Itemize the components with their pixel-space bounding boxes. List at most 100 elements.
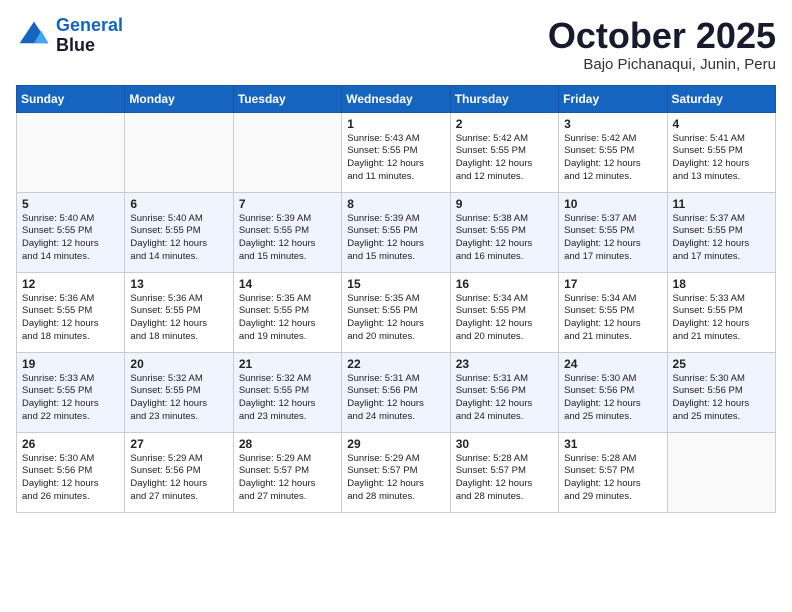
calendar-cell: 23 Sunrise: 5:31 AM Sunset: 5:56 PM Dayli… xyxy=(450,352,558,432)
day-info: Sunrise: 5:29 AM Sunset: 5:56 PM Dayligh… xyxy=(130,453,227,504)
day-info: Sunrise: 5:39 AM Sunset: 5:55 PM Dayligh… xyxy=(347,213,444,264)
header: General Blue October 2025 Bajo Pichanaqu… xyxy=(16,16,776,73)
calendar-week-row: 12 Sunrise: 5:36 AM Sunset: 5:55 PM Dayli… xyxy=(17,272,776,352)
day-number: 25 xyxy=(673,357,770,371)
day-number: 19 xyxy=(22,357,119,371)
day-number: 5 xyxy=(22,197,119,211)
title-section: October 2025 Bajo Pichanaqui, Junin, Per… xyxy=(548,16,776,73)
day-info: Sunrise: 5:34 AM Sunset: 5:55 PM Dayligh… xyxy=(564,293,661,344)
day-number: 7 xyxy=(239,197,336,211)
day-number: 23 xyxy=(456,357,553,371)
day-number: 9 xyxy=(456,197,553,211)
calendar-cell: 7 Sunrise: 5:39 AM Sunset: 5:55 PM Daylig… xyxy=(233,192,341,272)
logo-icon xyxy=(16,18,52,54)
day-number: 24 xyxy=(564,357,661,371)
calendar-cell xyxy=(125,112,233,192)
day-number: 10 xyxy=(564,197,661,211)
calendar-cell: 17 Sunrise: 5:34 AM Sunset: 5:55 PM Dayli… xyxy=(559,272,667,352)
day-number: 27 xyxy=(130,437,227,451)
day-number: 8 xyxy=(347,197,444,211)
weekday-header-wednesday: Wednesday xyxy=(342,85,450,112)
calendar-cell xyxy=(667,432,775,512)
weekday-header-sunday: Sunday xyxy=(17,85,125,112)
day-info: Sunrise: 5:28 AM Sunset: 5:57 PM Dayligh… xyxy=(564,453,661,504)
day-info: Sunrise: 5:39 AM Sunset: 5:55 PM Dayligh… xyxy=(239,213,336,264)
day-number: 13 xyxy=(130,277,227,291)
calendar-cell: 29 Sunrise: 5:29 AM Sunset: 5:57 PM Dayli… xyxy=(342,432,450,512)
calendar-cell: 30 Sunrise: 5:28 AM Sunset: 5:57 PM Dayli… xyxy=(450,432,558,512)
day-info: Sunrise: 5:30 AM Sunset: 5:56 PM Dayligh… xyxy=(673,373,770,424)
day-info: Sunrise: 5:40 AM Sunset: 5:55 PM Dayligh… xyxy=(130,213,227,264)
calendar-cell: 26 Sunrise: 5:30 AM Sunset: 5:56 PM Dayli… xyxy=(17,432,125,512)
calendar-cell: 14 Sunrise: 5:35 AM Sunset: 5:55 PM Dayli… xyxy=(233,272,341,352)
day-info: Sunrise: 5:40 AM Sunset: 5:55 PM Dayligh… xyxy=(22,213,119,264)
day-number: 3 xyxy=(564,117,661,131)
day-number: 15 xyxy=(347,277,444,291)
calendar-cell: 18 Sunrise: 5:33 AM Sunset: 5:55 PM Dayli… xyxy=(667,272,775,352)
day-number: 20 xyxy=(130,357,227,371)
day-info: Sunrise: 5:36 AM Sunset: 5:55 PM Dayligh… xyxy=(130,293,227,344)
day-info: Sunrise: 5:32 AM Sunset: 5:55 PM Dayligh… xyxy=(239,373,336,424)
day-info: Sunrise: 5:31 AM Sunset: 5:56 PM Dayligh… xyxy=(456,373,553,424)
day-number: 16 xyxy=(456,277,553,291)
weekday-header-friday: Friday xyxy=(559,85,667,112)
day-info: Sunrise: 5:37 AM Sunset: 5:55 PM Dayligh… xyxy=(673,213,770,264)
day-info: Sunrise: 5:37 AM Sunset: 5:55 PM Dayligh… xyxy=(564,213,661,264)
day-number: 14 xyxy=(239,277,336,291)
day-number: 29 xyxy=(347,437,444,451)
calendar-week-row: 26 Sunrise: 5:30 AM Sunset: 5:56 PM Dayli… xyxy=(17,432,776,512)
calendar-cell: 24 Sunrise: 5:30 AM Sunset: 5:56 PM Dayli… xyxy=(559,352,667,432)
day-info: Sunrise: 5:31 AM Sunset: 5:56 PM Dayligh… xyxy=(347,373,444,424)
calendar-cell: 9 Sunrise: 5:38 AM Sunset: 5:55 PM Daylig… xyxy=(450,192,558,272)
day-number: 12 xyxy=(22,277,119,291)
day-info: Sunrise: 5:36 AM Sunset: 5:55 PM Dayligh… xyxy=(22,293,119,344)
calendar-cell: 22 Sunrise: 5:31 AM Sunset: 5:56 PM Dayli… xyxy=(342,352,450,432)
calendar-cell xyxy=(233,112,341,192)
day-info: Sunrise: 5:32 AM Sunset: 5:55 PM Dayligh… xyxy=(130,373,227,424)
day-info: Sunrise: 5:33 AM Sunset: 5:55 PM Dayligh… xyxy=(22,373,119,424)
calendar-cell: 11 Sunrise: 5:37 AM Sunset: 5:55 PM Dayli… xyxy=(667,192,775,272)
day-info: Sunrise: 5:42 AM Sunset: 5:55 PM Dayligh… xyxy=(564,133,661,184)
day-info: Sunrise: 5:30 AM Sunset: 5:56 PM Dayligh… xyxy=(564,373,661,424)
day-number: 1 xyxy=(347,117,444,131)
day-number: 26 xyxy=(22,437,119,451)
calendar-cell: 31 Sunrise: 5:28 AM Sunset: 5:57 PM Dayli… xyxy=(559,432,667,512)
day-number: 2 xyxy=(456,117,553,131)
calendar-cell: 5 Sunrise: 5:40 AM Sunset: 5:55 PM Daylig… xyxy=(17,192,125,272)
day-info: Sunrise: 5:43 AM Sunset: 5:55 PM Dayligh… xyxy=(347,133,444,184)
day-number: 18 xyxy=(673,277,770,291)
calendar-week-row: 19 Sunrise: 5:33 AM Sunset: 5:55 PM Dayli… xyxy=(17,352,776,432)
calendar-cell: 28 Sunrise: 5:29 AM Sunset: 5:57 PM Dayli… xyxy=(233,432,341,512)
day-number: 11 xyxy=(673,197,770,211)
calendar-cell: 25 Sunrise: 5:30 AM Sunset: 5:56 PM Dayli… xyxy=(667,352,775,432)
day-info: Sunrise: 5:38 AM Sunset: 5:55 PM Dayligh… xyxy=(456,213,553,264)
logo-text: General Blue xyxy=(56,16,123,56)
weekday-header-tuesday: Tuesday xyxy=(233,85,341,112)
calendar-cell xyxy=(17,112,125,192)
day-number: 31 xyxy=(564,437,661,451)
day-info: Sunrise: 5:35 AM Sunset: 5:55 PM Dayligh… xyxy=(347,293,444,344)
calendar-cell: 27 Sunrise: 5:29 AM Sunset: 5:56 PM Dayli… xyxy=(125,432,233,512)
day-number: 6 xyxy=(130,197,227,211)
calendar-cell: 2Sunrise: 5:42 AM Sunset: 5:55 PM Daylig… xyxy=(450,112,558,192)
day-info: Sunrise: 5:34 AM Sunset: 5:55 PM Dayligh… xyxy=(456,293,553,344)
day-info: Sunrise: 5:28 AM Sunset: 5:57 PM Dayligh… xyxy=(456,453,553,504)
day-number: 22 xyxy=(347,357,444,371)
calendar-cell: 20 Sunrise: 5:32 AM Sunset: 5:55 PM Dayli… xyxy=(125,352,233,432)
calendar-cell: 10 Sunrise: 5:37 AM Sunset: 5:55 PM Dayli… xyxy=(559,192,667,272)
day-info: Sunrise: 5:29 AM Sunset: 5:57 PM Dayligh… xyxy=(347,453,444,504)
calendar-cell: 3 Sunrise: 5:42 AM Sunset: 5:55 PM Daylig… xyxy=(559,112,667,192)
day-number: 4 xyxy=(673,117,770,131)
day-number: 28 xyxy=(239,437,336,451)
day-info: Sunrise: 5:30 AM Sunset: 5:56 PM Dayligh… xyxy=(22,453,119,504)
day-info: Sunrise: 5:35 AM Sunset: 5:55 PM Dayligh… xyxy=(239,293,336,344)
calendar-cell: 8 Sunrise: 5:39 AM Sunset: 5:55 PM Daylig… xyxy=(342,192,450,272)
weekday-header-saturday: Saturday xyxy=(667,85,775,112)
day-info: Sunrise: 5:33 AM Sunset: 5:55 PM Dayligh… xyxy=(673,293,770,344)
day-number: 30 xyxy=(456,437,553,451)
calendar-cell: 15 Sunrise: 5:35 AM Sunset: 5:55 PM Dayli… xyxy=(342,272,450,352)
day-number: 17 xyxy=(564,277,661,291)
day-info: Sunrise: 5:29 AM Sunset: 5:57 PM Dayligh… xyxy=(239,453,336,504)
weekday-header-row: SundayMondayTuesdayWednesdayThursdayFrid… xyxy=(17,85,776,112)
day-number: 21 xyxy=(239,357,336,371)
